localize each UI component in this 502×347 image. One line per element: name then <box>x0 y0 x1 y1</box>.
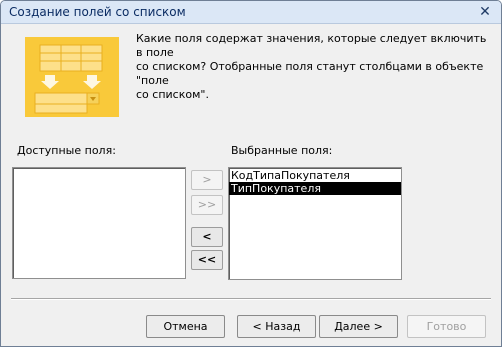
list-item-tippokupatelya[interactable]: ТипПокупателя <box>229 182 401 195</box>
available-fields-label: Доступные поля: <box>17 144 116 157</box>
selected-fields-label: Выбранные поля: <box>231 144 333 157</box>
selected-fields-list[interactable]: КодТипаПокупателя ТипПокупателя <box>228 167 402 280</box>
finish-button[interactable]: Готово <box>407 315 486 338</box>
footer-divider <box>11 298 491 300</box>
remove-field-button[interactable]: < <box>191 227 223 247</box>
combo-box-wizard-icon <box>25 37 119 117</box>
back-button[interactable]: < Назад <box>237 315 316 338</box>
title-bar: Создание полей со списком ✕ <box>1 1 501 24</box>
remove-all-fields-button[interactable]: << <box>191 250 223 270</box>
close-icon[interactable]: ✕ <box>475 4 495 20</box>
instruction-text: Какие поля содержат значения, которые сл… <box>136 32 487 101</box>
wizard-dialog: Создание полей со списком ✕ Какие поля с… <box>0 0 502 347</box>
add-field-button[interactable]: > <box>191 170 223 190</box>
list-item-kodtipapokupatelya[interactable]: КодТипаПокупателя <box>229 169 401 182</box>
cancel-button[interactable]: Отмена <box>146 315 225 338</box>
dialog-title: Создание полей со списком <box>9 5 186 19</box>
next-button[interactable]: Далее > <box>319 315 398 338</box>
add-all-fields-button[interactable]: >> <box>191 195 223 215</box>
available-fields-list[interactable] <box>12 167 186 279</box>
